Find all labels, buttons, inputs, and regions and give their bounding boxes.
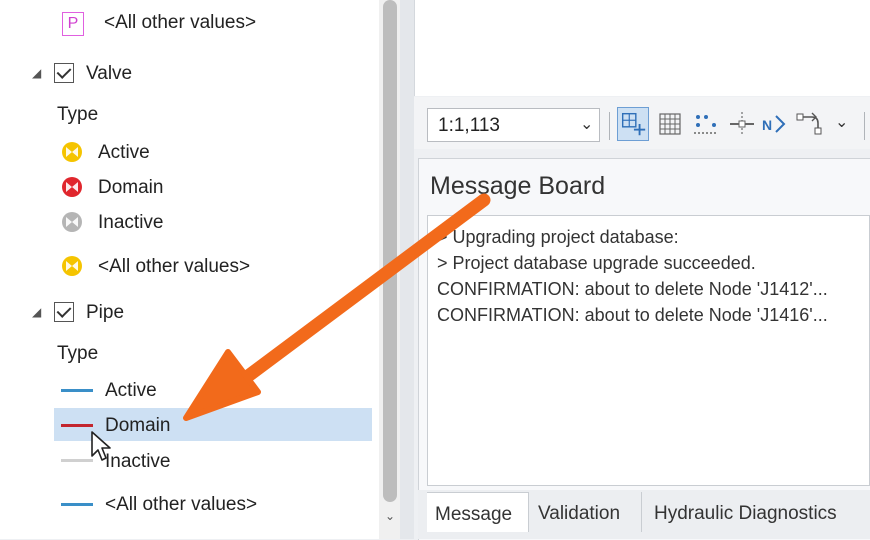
pipe-type-heading: Type (57, 343, 99, 364)
message-board-title: Message Board (430, 172, 606, 200)
crosshair-icon[interactable] (726, 107, 758, 141)
grid-icon[interactable] (654, 107, 686, 141)
pipe-active-line-icon (61, 389, 93, 392)
node-direction-icon[interactable]: N (760, 107, 792, 141)
valve-other-icon (62, 256, 82, 276)
valve-layer-checkbox[interactable] (54, 63, 74, 83)
pane-divider[interactable] (400, 0, 414, 539)
pipe-other-line-icon (61, 503, 93, 506)
svg-text:N: N (762, 117, 772, 133)
pipe-active-label: Active (105, 380, 157, 401)
valve-inactive-label: Inactive (98, 212, 164, 233)
scroll-down-chevron-icon[interactable]: ⌄ (383, 508, 397, 524)
valve-active-label: Active (98, 142, 150, 163)
valve-domain-label: Domain (98, 177, 164, 198)
log-line: > Project database upgrade succeeded. (437, 253, 756, 273)
collapse-caret-icon[interactable]: ◢ (32, 305, 41, 319)
pipe-layer-checkbox[interactable] (54, 302, 74, 322)
scale-value: 1:1,113 (438, 115, 500, 136)
pipe-layer-label: Pipe (86, 302, 125, 323)
mouse-cursor-icon (91, 431, 111, 461)
valve-inactive-icon (62, 212, 82, 232)
snapping-grid-icon[interactable] (617, 107, 649, 141)
polygon-p-icon: P (62, 12, 84, 36)
toolbar-separator (864, 112, 865, 140)
chevron-down-icon[interactable]: ⌄ (835, 112, 848, 132)
valve-other-label: <All other values> (98, 256, 251, 277)
valve-layer-label: Valve (86, 63, 133, 84)
valve-type-heading: Type (57, 104, 99, 125)
tab-hydraulic-diagnostics[interactable]: Hydraulic Diagnostics (646, 492, 870, 532)
scrollbar-thumb[interactable] (383, 0, 397, 502)
log-line: CONFIRMATION: about to delete Node 'J141… (437, 279, 828, 299)
node-layout-icon[interactable] (690, 107, 722, 141)
log-line: > Upgrading project database: (437, 227, 679, 247)
tab-message[interactable]: Message (427, 492, 529, 532)
chevron-down-icon[interactable]: ⌄ (580, 114, 593, 134)
reroute-icon[interactable] (794, 107, 826, 141)
pipe-inactive-label: Inactive (105, 451, 171, 472)
map-view[interactable] (414, 0, 870, 96)
legend-item-label: <All other values> (104, 12, 257, 33)
collapse-caret-icon[interactable]: ◢ (32, 66, 41, 80)
pipe-domain-label: Domain (105, 415, 171, 436)
tab-validation[interactable]: Validation (530, 492, 642, 532)
pipe-domain-line-icon (61, 424, 93, 427)
log-line: CONFIRMATION: about to delete Node 'J141… (437, 305, 828, 325)
pipe-other-label: <All other values> (105, 494, 258, 515)
valve-domain-icon (62, 177, 82, 197)
toolbar-separator (609, 112, 610, 140)
valve-active-icon (62, 142, 82, 162)
pipe-inactive-line-icon (61, 459, 93, 462)
